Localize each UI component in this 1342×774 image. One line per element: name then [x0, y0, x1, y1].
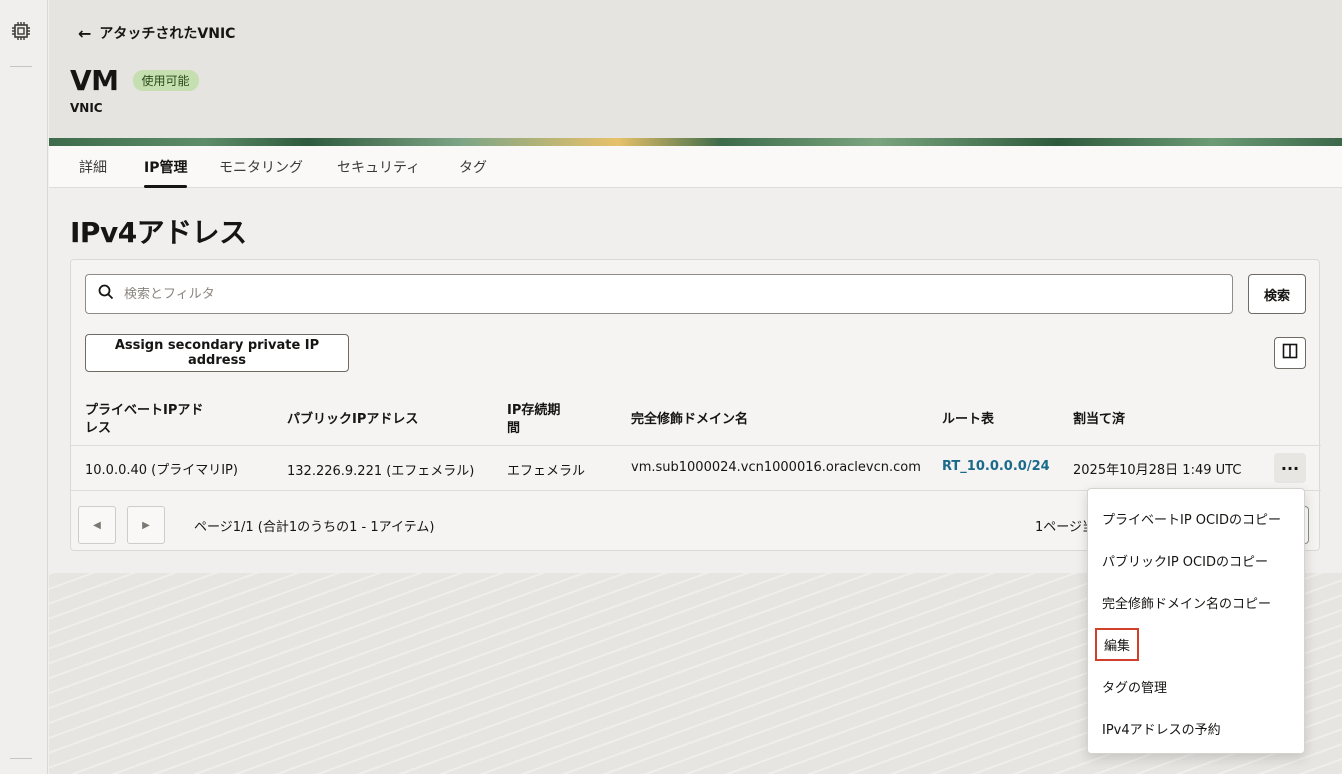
- arrow-left-icon: ←: [78, 23, 92, 43]
- tab-tags[interactable]: タグ: [459, 146, 487, 188]
- column-header-private-ip: プライベートIPアド レス: [85, 402, 203, 438]
- search-icon: [98, 284, 114, 304]
- column-header-assigned: 割当て済: [1073, 412, 1126, 427]
- search-input[interactable]: [124, 286, 1124, 302]
- menu-item-copy-public-ip-ocid[interactable]: パブリックIP OCIDのコピー: [1102, 551, 1268, 570]
- chip-icon[interactable]: [10, 20, 32, 42]
- tab-details[interactable]: 詳細: [79, 146, 107, 188]
- columns-icon: [1282, 343, 1298, 363]
- column-header-lifetime-line2: 間: [507, 421, 521, 436]
- column-header-private-ip-line2: レス: [85, 421, 112, 436]
- page-size-label: 1ページ当: [1035, 520, 1096, 535]
- page-header: ← アタッチされたVNIC VM 使用可能 VNIC: [49, 0, 1342, 146]
- column-header-route-table: ルート表: [942, 412, 995, 427]
- menu-item-copy-private-ip-ocid[interactable]: プライベートIP OCIDのコピー: [1102, 509, 1281, 528]
- cell-route-table-link[interactable]: RT_10.0.0.0/24: [942, 459, 1050, 474]
- column-header-lifetime: IP存続期 間: [507, 402, 560, 438]
- more-horizontal-icon: ···: [1280, 458, 1300, 478]
- title-row: VM 使用可能: [70, 64, 199, 97]
- cell-fqdn: vm.sub1000024.vcn1000016.oraclevcn.com: [631, 460, 921, 475]
- page-title: VM: [70, 64, 119, 97]
- tab-ip-management[interactable]: IP管理: [144, 146, 188, 188]
- section-title: IPv4アドレス: [70, 216, 247, 249]
- column-header-lifetime-line1: IP存続期: [507, 403, 561, 418]
- columns-toggle-button[interactable]: [1274, 337, 1306, 369]
- search-box: [85, 274, 1233, 314]
- menu-item-manage-tags[interactable]: タグの管理: [1102, 677, 1167, 696]
- menu-item-reserve-ipv4[interactable]: IPv4アドレスの予約: [1102, 719, 1221, 738]
- tab-bar: 詳細 IP管理 モニタリング セキュリティ タグ: [49, 146, 1342, 188]
- cell-assigned: 2025年10月28日 1:49 UTC: [1073, 463, 1242, 478]
- tab-security[interactable]: セキュリティ: [337, 146, 420, 188]
- menu-item-edit[interactable]: 編集: [1095, 628, 1140, 661]
- previous-page-button[interactable]: ◀: [78, 506, 116, 544]
- cell-lifetime: エフェメラル: [507, 464, 586, 479]
- cell-public-ip: 132.226.9.221 (エフェメラル): [287, 464, 475, 479]
- header-banner: [49, 138, 1342, 146]
- column-header-private-ip-line1: プライベートIPアド: [85, 403, 204, 418]
- search-button[interactable]: 検索: [1248, 274, 1306, 314]
- next-page-button[interactable]: ▶: [127, 506, 165, 544]
- cell-private-ip: 10.0.0.40 (プライマリIP): [85, 463, 238, 478]
- caret-right-icon: ▶: [142, 519, 150, 531]
- page-subtitle: VNIC: [70, 101, 103, 115]
- assign-secondary-ip-button[interactable]: Assign secondary private IP address: [85, 334, 349, 372]
- rail-divider: [10, 758, 32, 759]
- column-header-fqdn: 完全修飾ドメイン名: [631, 412, 749, 427]
- row-actions-button[interactable]: ···: [1274, 453, 1306, 483]
- row-actions-menu: プライベートIP OCIDのコピー パブリックIP OCIDのコピー 完全修飾ド…: [1087, 488, 1305, 754]
- pagination-summary: ページ1/1 (合計1のうちの1 - 1アイテム): [194, 520, 435, 535]
- caret-left-icon: ◀: [93, 519, 101, 531]
- table-header-divider: [71, 445, 1321, 446]
- menu-item-copy-fqdn[interactable]: 完全修飾ドメイン名のコピー: [1102, 593, 1271, 612]
- tab-monitoring[interactable]: モニタリング: [219, 146, 303, 188]
- column-header-public-ip: パブリックIPアドレス: [287, 412, 419, 427]
- back-link-label: アタッチされたVNIC: [99, 26, 236, 42]
- status-badge: 使用可能: [132, 70, 199, 91]
- left-rail: [0, 0, 48, 774]
- rail-divider: [10, 66, 32, 67]
- back-link[interactable]: ← アタッチされたVNIC: [78, 23, 235, 43]
